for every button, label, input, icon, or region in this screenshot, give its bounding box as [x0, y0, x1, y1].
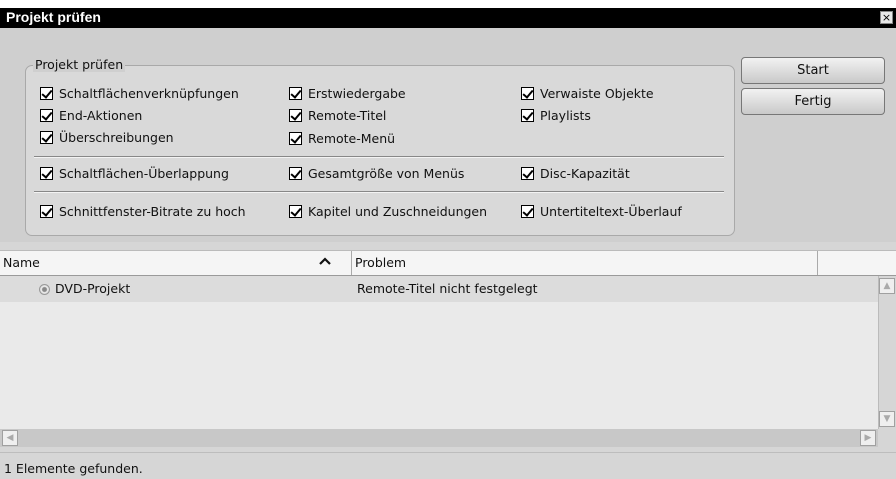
scroll-up-icon[interactable]: ▲: [879, 278, 895, 294]
check-subtitle-overflow[interactable]: Untertiteltext-Überlauf: [521, 203, 682, 219]
list-item-problem: Remote-Titel nicht festgelegt: [357, 281, 538, 296]
check-disc-capacity[interactable]: Disc-Kapazität: [521, 165, 630, 181]
check-button-overlap[interactable]: Schaltflächen-Überlappung: [40, 165, 229, 181]
sort-ascending-icon: [319, 257, 331, 265]
check-remote-title[interactable]: Remote-Titel: [289, 107, 386, 123]
status-text: 1 Elemente gefunden.: [4, 461, 143, 476]
list-item-name: DVD-Projekt: [55, 281, 131, 296]
check-first-play[interactable]: Erstwiedergabe: [289, 85, 406, 101]
check-label: Erstwiedergabe: [308, 85, 406, 101]
problem-list: DVD-Projekt Remote-Titel nicht festgeleg…: [0, 276, 878, 429]
check-label: Schaltflächen-Überlappung: [59, 165, 229, 181]
check-label: Remote-Menü: [308, 130, 396, 146]
scroll-down-icon[interactable]: ▼: [879, 411, 895, 427]
check-button-links[interactable]: Schaltflächenverknüpfungen: [40, 85, 239, 101]
checkbox-checked-icon[interactable]: [40, 108, 53, 122]
check-project-dialog: Projekt prüfen × Projekt prüfen Schaltfl…: [0, 8, 896, 479]
check-end-actions[interactable]: End-Aktionen: [40, 107, 142, 123]
checkbox-checked-icon[interactable]: [289, 108, 302, 122]
check-chapters-trims[interactable]: Kapitel und Zuschneidungen: [289, 203, 487, 219]
checkbox-checked-icon[interactable]: [289, 131, 302, 145]
disc-icon: [39, 284, 50, 295]
check-label: Disc-Kapazität: [540, 165, 630, 181]
scroll-left-icon[interactable]: ◀: [2, 430, 18, 446]
check-overrides[interactable]: Überschreibungen: [40, 129, 174, 145]
scrollbar-corner: [878, 429, 896, 447]
check-label: Untertiteltext-Überlauf: [540, 203, 682, 219]
check-label: Überschreibungen: [59, 129, 174, 145]
check-label: Verwaiste Objekte: [540, 85, 654, 101]
checkbox-checked-icon[interactable]: [521, 86, 534, 100]
check-remote-menu[interactable]: Remote-Menü: [289, 130, 395, 146]
vertical-scrollbar[interactable]: ▲ ▼: [878, 276, 896, 429]
checkbox-checked-icon[interactable]: [521, 204, 534, 218]
check-label: Remote-Titel: [308, 107, 387, 123]
checkbox-checked-icon[interactable]: [40, 166, 53, 180]
checkbox-checked-icon[interactable]: [289, 204, 302, 218]
check-label: Kapitel und Zuschneidungen: [308, 203, 488, 219]
check-label: Schnittfenster-Bitrate zu hoch: [59, 203, 246, 219]
column-header-problem[interactable]: Problem: [352, 251, 818, 275]
check-label: Playlists: [540, 107, 591, 123]
start-button[interactable]: Start: [741, 57, 885, 84]
column-header-label: Name: [3, 255, 40, 270]
close-icon[interactable]: ×: [880, 11, 893, 24]
checkbox-checked-icon[interactable]: [521, 166, 534, 180]
done-button[interactable]: Fertig: [741, 88, 885, 115]
check-orphan-objects[interactable]: Verwaiste Objekte: [521, 85, 654, 101]
window-title: Projekt prüfen: [6, 9, 101, 25]
check-playlists[interactable]: Playlists: [521, 107, 591, 123]
checkbox-checked-icon[interactable]: [40, 86, 53, 100]
list-item[interactable]: DVD-Projekt Remote-Titel nicht festgeleg…: [0, 276, 878, 302]
title-bar: Projekt prüfen ×: [0, 8, 896, 28]
check-label: Schaltflächenverknüpfungen: [59, 85, 239, 101]
checkbox-checked-icon[interactable]: [40, 130, 53, 144]
check-label: End-Aktionen: [59, 107, 143, 123]
checkbox-checked-icon[interactable]: [289, 166, 302, 180]
horizontal-scrollbar[interactable]: ◀ ▶: [0, 429, 878, 447]
check-menu-total-size[interactable]: Gesamtgröße von Menüs: [289, 165, 464, 181]
checkbox-checked-icon[interactable]: [521, 108, 534, 122]
status-bar: 1 Elemente gefunden.: [0, 452, 896, 479]
checkbox-checked-icon[interactable]: [40, 204, 53, 218]
column-header-name[interactable]: Name: [0, 251, 352, 275]
checkbox-checked-icon[interactable]: [289, 86, 302, 100]
scroll-right-icon[interactable]: ▶: [860, 430, 876, 446]
check-label: Gesamtgröße von Menüs: [308, 165, 465, 181]
column-header-label: Problem: [355, 255, 407, 270]
check-timeline-bitrate[interactable]: Schnittfenster-Bitrate zu hoch: [40, 203, 246, 219]
list-header: Name Problem: [0, 250, 896, 276]
group-legend: Projekt prüfen: [33, 57, 126, 72]
separator: [34, 156, 724, 158]
separator: [34, 191, 724, 193]
